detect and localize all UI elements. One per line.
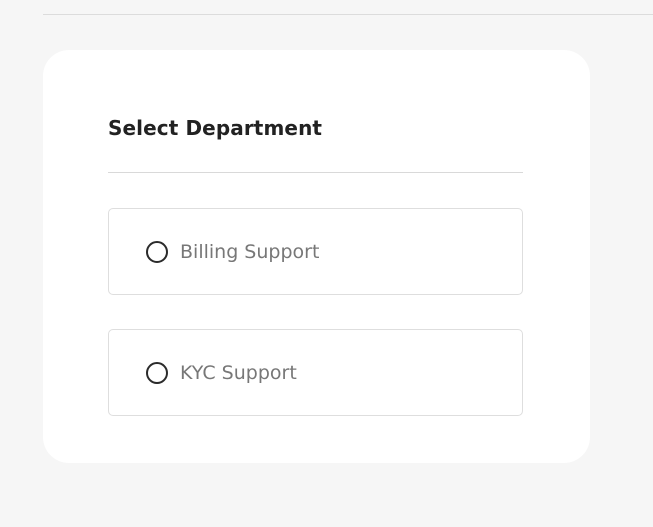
- top-divider: [43, 14, 653, 15]
- billing-support-label: Billing Support: [180, 240, 320, 263]
- kyc-support-option[interactable]: KYC Support: [108, 329, 523, 416]
- radio-unchecked-icon[interactable]: [146, 361, 168, 384]
- title-divider: [108, 172, 523, 173]
- kyc-support-label: KYC Support: [180, 361, 297, 384]
- department-card: Select Department Billing Support KYC Su…: [43, 50, 590, 463]
- radio-unchecked-icon[interactable]: [146, 240, 168, 263]
- billing-support-option[interactable]: Billing Support: [108, 208, 523, 295]
- department-title: Select Department: [108, 116, 323, 140]
